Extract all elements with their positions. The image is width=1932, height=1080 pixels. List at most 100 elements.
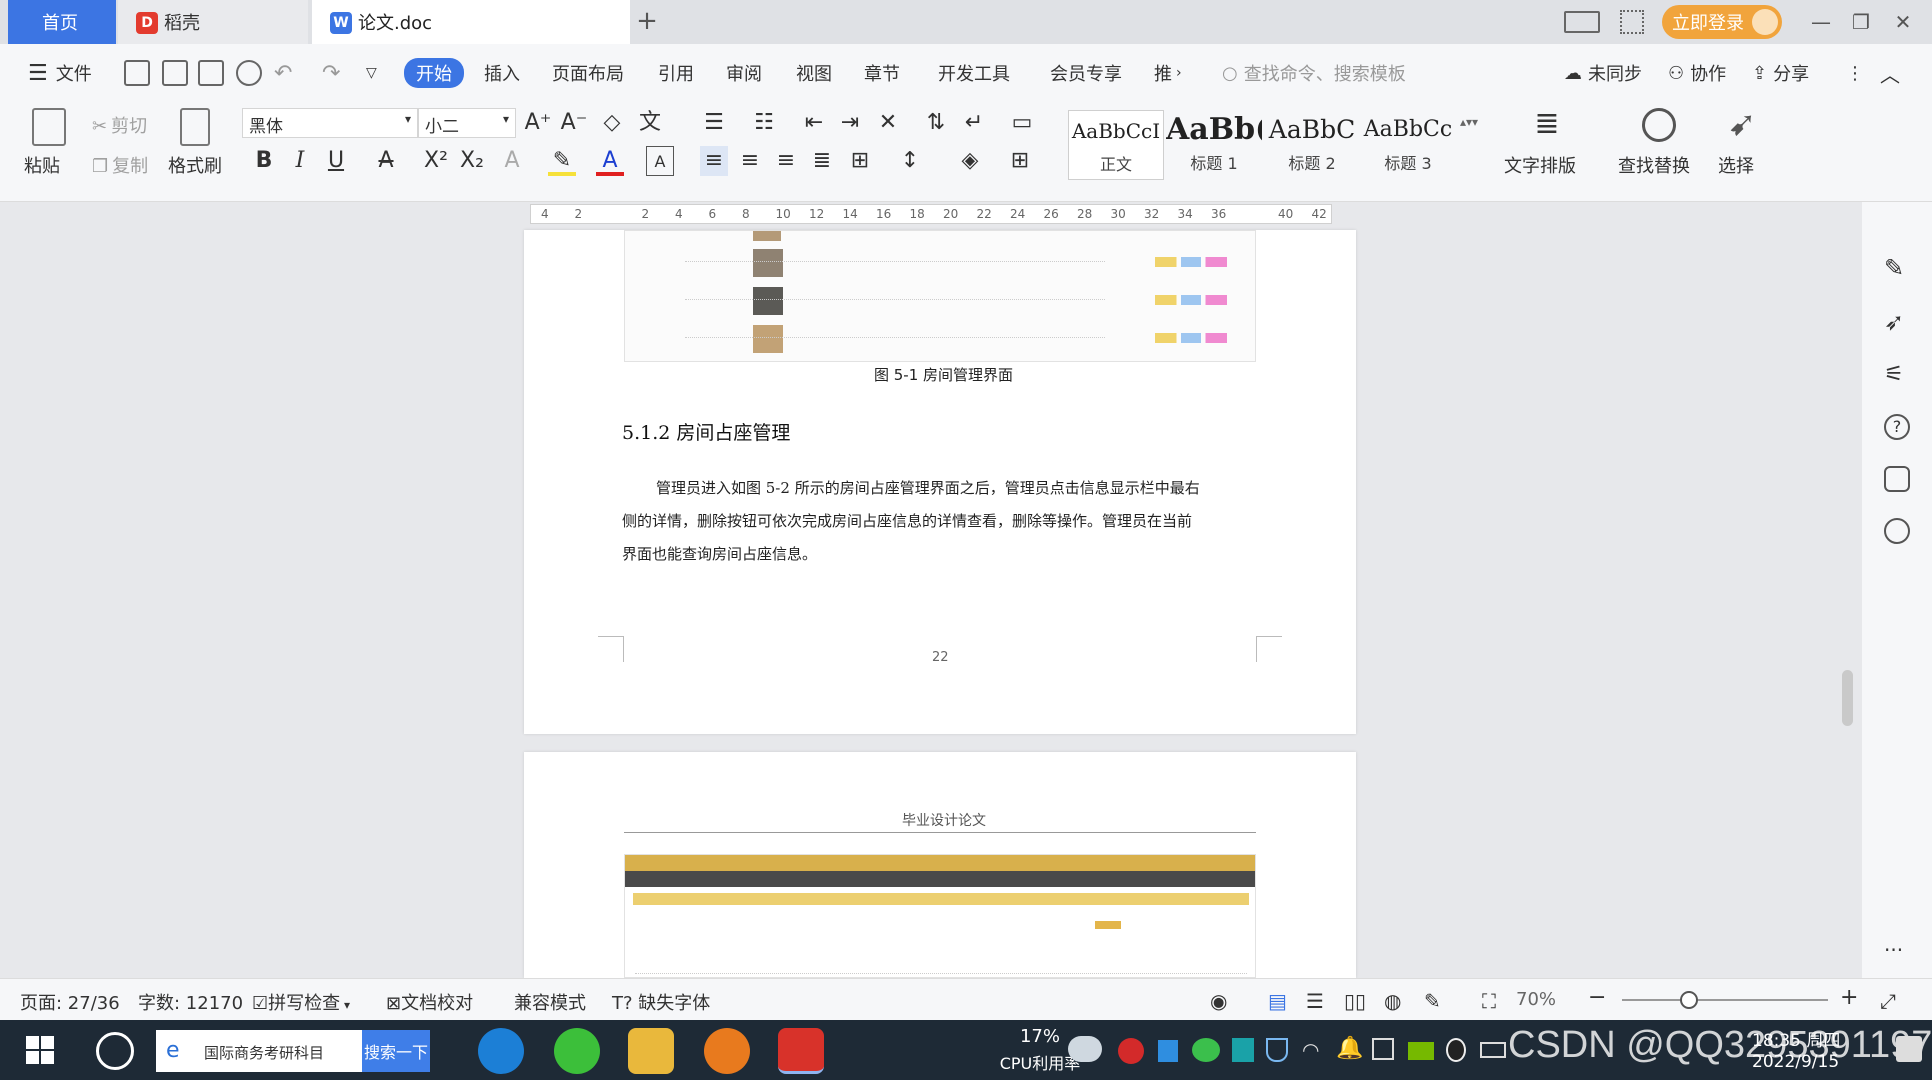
eye-protect-icon[interactable]: ◉ xyxy=(1210,989,1227,1013)
menu-tab-references[interactable]: 引用 xyxy=(658,58,694,88)
chinese-layout-icon[interactable]: ✕ xyxy=(874,108,902,138)
layout-toggle-icon[interactable] xyxy=(1564,11,1600,33)
help-icon[interactable]: ? xyxy=(1884,414,1910,440)
shrink-font-icon[interactable]: A⁻ xyxy=(560,108,588,138)
missing-fonts-button[interactable]: T? 缺失字体 xyxy=(612,989,710,1015)
new-tab-plus-icon[interactable]: + xyxy=(632,6,662,36)
taskbar-search-input[interactable]: 国际商务考研科目 xyxy=(156,1030,362,1072)
more-options-icon[interactable]: ⋮ xyxy=(1846,58,1864,88)
tab-document[interactable]: W 论文.doc xyxy=(312,0,630,44)
decrease-indent-icon[interactable]: ⇤ xyxy=(800,108,828,138)
select-button[interactable]: 选择 xyxy=(1718,152,1754,178)
command-search[interactable]: ○ 查找命令、搜索模板 xyxy=(1222,58,1406,88)
document-page-next[interactable]: 毕业设计论文 xyxy=(524,752,1356,978)
horizontal-ruler[interactable]: 4 2 2 4 6 8 10 12 14 16 18 20 22 24 26 28 30 32 34 36 40 42 xyxy=(0,202,1848,228)
windows-start-icon[interactable] xyxy=(26,1036,54,1064)
tray-antivirus-icon[interactable] xyxy=(1118,1038,1144,1064)
fit-page-icon[interactable]: ⛶ xyxy=(1482,989,1496,1013)
assistant-icon[interactable] xyxy=(96,1032,134,1070)
export-pdf-icon[interactable] xyxy=(162,60,188,86)
share-button[interactable]: ⇪ 分享 xyxy=(1752,58,1809,88)
nvidia-icon[interactable] xyxy=(1408,1042,1434,1060)
notification-bell-icon[interactable]: 🔔 xyxy=(1336,1036,1363,1061)
tab-daoke[interactable]: D 稻壳 xyxy=(118,0,308,44)
style-heading-2[interactable]: AaBbC 标题 2 xyxy=(1264,110,1360,180)
align-center-icon[interactable]: ≡ xyxy=(736,146,764,176)
find-replace-button[interactable]: 查找替换 xyxy=(1618,152,1690,178)
style-normal[interactable]: AaBbCcI 正文 xyxy=(1068,110,1164,180)
clock-time[interactable]: 18:35 周四 xyxy=(1752,1026,1840,1051)
pen-icon[interactable]: ✎ xyxy=(1884,254,1910,282)
borders-icon[interactable]: ⊞ xyxy=(1006,146,1034,176)
font-color-icon[interactable]: A xyxy=(596,146,624,176)
save-icon[interactable] xyxy=(124,60,150,86)
wifi-icon[interactable]: ◠ xyxy=(1302,1038,1319,1062)
text-layout-button[interactable]: 文字排版 xyxy=(1504,152,1576,178)
action-center-icon[interactable] xyxy=(1896,1036,1922,1062)
table-ruler-icon[interactable]: ▭ xyxy=(1008,108,1036,138)
adjust-icon[interactable]: ⚟ xyxy=(1884,362,1910,388)
wps-taskbar-icon[interactable] xyxy=(778,1028,824,1074)
pointer-icon[interactable]: ➶ xyxy=(1884,308,1910,336)
edit-view-icon[interactable]: ✎ xyxy=(1424,989,1441,1013)
increase-indent-icon[interactable]: ⇥ xyxy=(836,108,864,138)
weather-cloud-icon[interactable] xyxy=(1068,1036,1102,1062)
wechat-icon[interactable] xyxy=(1192,1038,1220,1062)
bullet-list-icon[interactable]: ☰ xyxy=(700,108,728,138)
format-painter-button[interactable]: 格式刷 xyxy=(168,152,222,178)
char-border-icon[interactable]: A xyxy=(646,146,674,176)
tray-app-icon[interactable] xyxy=(1372,1038,1394,1060)
battery-icon[interactable] xyxy=(1480,1042,1506,1058)
minimize-icon[interactable]: — xyxy=(1806,8,1836,36)
styles-scroll-icon[interactable]: ▴▾▾ xyxy=(1460,112,1478,176)
menu-tab-insert[interactable]: 插入 xyxy=(484,58,520,88)
web-view-icon[interactable]: ◍ xyxy=(1384,989,1401,1013)
ie-browser-icon[interactable] xyxy=(478,1028,524,1074)
navigation-icon[interactable] xyxy=(1884,518,1910,544)
zoom-slider[interactable] xyxy=(1622,999,1828,1001)
clear-format-icon[interactable]: ◇ xyxy=(598,108,626,138)
tray-app-icon[interactable] xyxy=(1158,1040,1178,1062)
font-size-select[interactable]: 小二 ▾ xyxy=(418,108,516,138)
sync-status[interactable]: ☁ 未同步 xyxy=(1564,58,1642,88)
tray-app-icon[interactable] xyxy=(1232,1038,1254,1062)
customize-dropdown-icon[interactable]: ▽ xyxy=(366,58,377,88)
bold-icon[interactable]: B xyxy=(250,146,278,176)
menu-tab-start[interactable]: 开始 xyxy=(404,58,464,88)
cut-button[interactable]: ✂ 剪切 xyxy=(92,112,147,138)
menu-tab-review[interactable]: 审阅 xyxy=(726,58,762,88)
distributed-icon[interactable]: ⊞ xyxy=(846,146,874,176)
vertical-scrollbar[interactable] xyxy=(1838,230,1856,978)
show-marks-icon[interactable]: ↵ xyxy=(960,108,988,138)
clock-date[interactable]: 2022/9/15 xyxy=(1752,1052,1839,1072)
spell-check-button[interactable]: ☑拼写检查 ▾ xyxy=(252,989,350,1015)
word-count[interactable]: 字数: 12170 xyxy=(138,989,243,1015)
subscript-icon[interactable]: X₂ xyxy=(458,146,486,176)
taskbar-search[interactable]: e 国际商务考研科目 搜索一下 xyxy=(156,1030,430,1072)
print-icon[interactable] xyxy=(198,60,224,86)
shield-icon[interactable] xyxy=(1266,1038,1288,1062)
superscript-icon[interactable]: X² xyxy=(422,146,450,176)
scroll-thumb[interactable] xyxy=(1842,670,1853,726)
grow-font-icon[interactable]: A⁺ xyxy=(524,108,552,138)
zoom-out-icon[interactable]: − xyxy=(1588,985,1606,1010)
numbered-list-icon[interactable]: ☷ xyxy=(750,108,778,138)
menu-tab-recommend[interactable]: 推 xyxy=(1154,58,1172,88)
file-explorer-icon[interactable] xyxy=(628,1028,674,1074)
phonetic-guide-icon[interactable]: 文 xyxy=(636,108,664,138)
line-spacing-icon[interactable]: ↕ xyxy=(896,146,924,176)
highlight-icon[interactable]: ✎ xyxy=(548,146,576,176)
tab-home[interactable]: 首页 xyxy=(8,0,116,44)
sort-icon[interactable]: ⇅ xyxy=(922,108,950,138)
image-tool-icon[interactable] xyxy=(1884,466,1910,492)
underline-icon[interactable]: U xyxy=(322,146,350,176)
more-icon[interactable]: ··· xyxy=(1884,938,1910,964)
zoom-in-icon[interactable]: + xyxy=(1840,985,1858,1010)
strikethrough-icon[interactable]: A xyxy=(372,146,400,176)
more-tabs-chevron-icon[interactable]: › xyxy=(1176,58,1182,88)
style-heading-3[interactable]: AaBbCc 标题 3 xyxy=(1360,110,1456,180)
italic-icon[interactable]: I xyxy=(286,146,314,176)
collapse-ribbon-icon[interactable]: ︿ xyxy=(1880,58,1900,88)
browser-green-icon[interactable] xyxy=(554,1028,600,1074)
shading-icon[interactable]: ◈ xyxy=(956,146,984,176)
